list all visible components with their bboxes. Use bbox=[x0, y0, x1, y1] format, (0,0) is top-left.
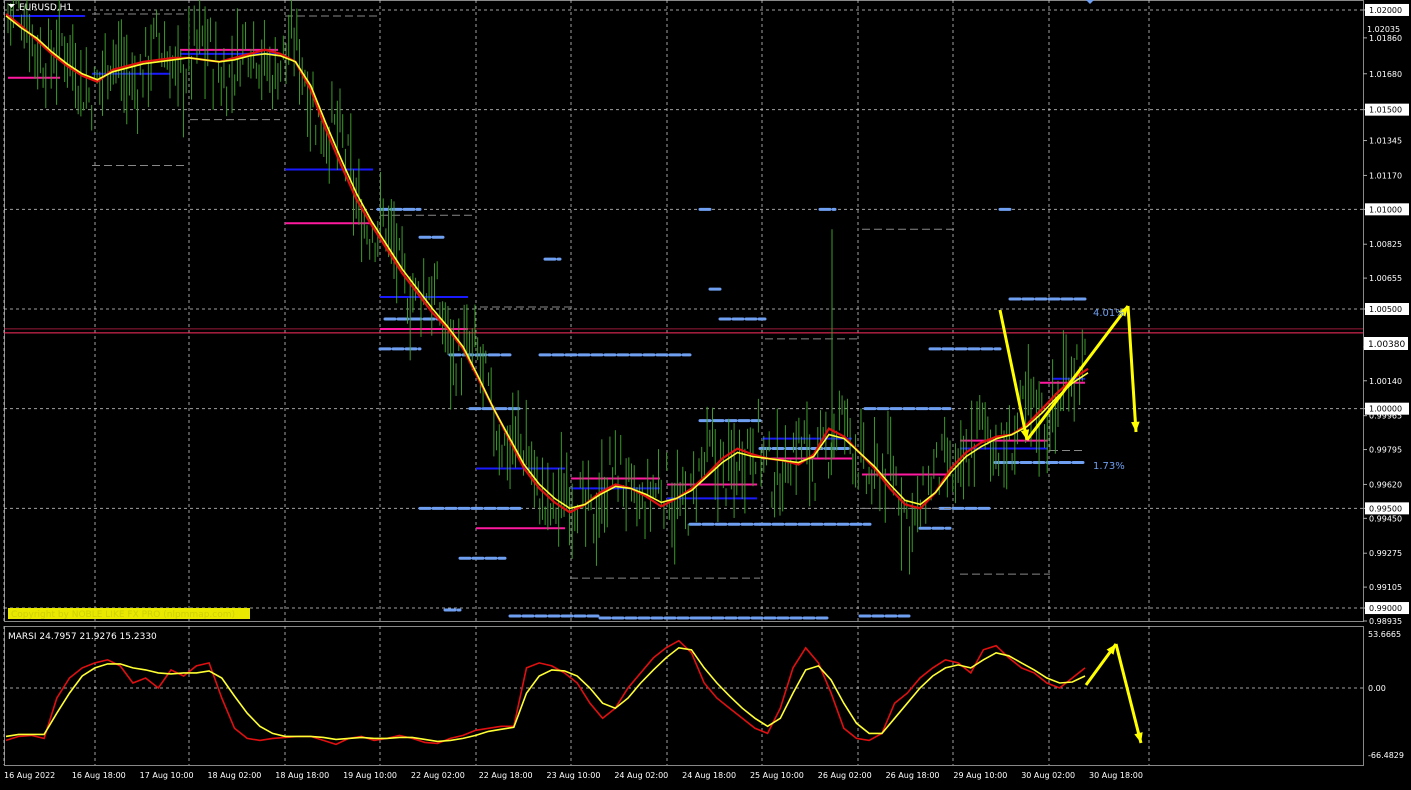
price-tick-label-1: 1.01860 bbox=[1369, 34, 1402, 43]
time-tick-label-7: 22 Aug 18:00 bbox=[479, 771, 533, 780]
price-tick-label-15: 0.99620 bbox=[1369, 480, 1402, 489]
price-tick-label-5: 1.01170 bbox=[1369, 171, 1402, 180]
time-tick-label-11: 25 Aug 10:00 bbox=[750, 771, 804, 780]
time-tick-label-2: 17 Aug 10:00 bbox=[140, 771, 194, 780]
price-tick-label-14: 0.99795 bbox=[1369, 446, 1402, 455]
osc-tick-label-1: 0.00 bbox=[1368, 684, 1386, 693]
time-tick-label-1: 16 Aug 18:00 bbox=[72, 771, 126, 780]
time-tick-label-0: 16 Aug 2022 bbox=[4, 771, 55, 780]
price-tick-label-3: 1.01500 bbox=[1369, 106, 1402, 115]
symbol-title: EURUSD,H1 bbox=[19, 3, 72, 13]
price-tick-label-0: 1.02000 bbox=[1369, 6, 1402, 15]
time-tick-label-10: 24 Aug 18:00 bbox=[682, 771, 736, 780]
time-tick-label-16: 30 Aug 18:00 bbox=[1089, 771, 1143, 780]
price-tick-label-18: 0.99275 bbox=[1369, 549, 1402, 558]
price-tick-label-20: 0.99000 bbox=[1369, 604, 1402, 613]
time-tick-label-5: 19 Aug 10:00 bbox=[343, 771, 397, 780]
indicator-title: MARSI 24.7957 21.9276 15.2330 bbox=[8, 632, 157, 642]
time-tick-label-12: 26 Aug 02:00 bbox=[818, 771, 872, 780]
time-tick-label-15: 30 Aug 02:00 bbox=[1021, 771, 1075, 780]
trading-chart[interactable]: 1.02000 1.01860 1.01680 1.01500 1.01345 1.011… bbox=[0, 0, 1411, 786]
time-tick-label-4: 18 Aug 18:00 bbox=[275, 771, 329, 780]
price-tick-label-17: 0.99450 bbox=[1369, 514, 1402, 523]
time-axis[interactable]: 16 Aug 2022 16 Aug 18:00 17 Aug 10:00 18 Au… bbox=[4, 771, 1143, 780]
time-tick-label-14: 29 Aug 10:00 bbox=[953, 771, 1007, 780]
fib-lower-label: 1.73% bbox=[1093, 461, 1125, 472]
osc-tick-label-0: 53.6665 bbox=[1368, 630, 1401, 639]
price-tick-label-19: 0.99105 bbox=[1369, 583, 1402, 592]
time-tick-label-8: 23 Aug 10:00 bbox=[547, 771, 601, 780]
price-tick-label-8: 1.00655 bbox=[1369, 274, 1402, 283]
price-tick-label-4: 1.01345 bbox=[1369, 137, 1402, 146]
chart-canvas[interactable]: 1.02000 1.01860 1.01680 1.01500 1.01345 1.011… bbox=[0, 0, 1411, 786]
copyright-text: Copyright by NOBLE LIKE FX PRO (nlpmmap.… bbox=[11, 610, 235, 620]
time-tick-label-6: 22 Aug 02:00 bbox=[411, 771, 465, 780]
fib-upper-label: 4.01% bbox=[1093, 308, 1125, 319]
time-tick-label-13: 26 Aug 18:00 bbox=[886, 771, 940, 780]
current-price-value: 1.00380 bbox=[1368, 340, 1405, 350]
price-tick-label-6: 1.01000 bbox=[1369, 205, 1402, 214]
price-tick-label-13: 0.99965 bbox=[1369, 412, 1402, 421]
price-tick-label-9: 1.00500 bbox=[1369, 305, 1402, 314]
price-tick-label-21: 0.98935 bbox=[1369, 617, 1402, 626]
price-tick-label-11: 1.00140 bbox=[1369, 377, 1402, 386]
price-tick-label-16: 0.99500 bbox=[1369, 504, 1402, 513]
top-price-label: 1.02035 bbox=[1367, 25, 1400, 34]
osc-tick-label-2: -66.4829 bbox=[1368, 751, 1404, 760]
time-tick-label-3: 18 Aug 02:00 bbox=[207, 771, 261, 780]
time-tick-label-9: 24 Aug 02:00 bbox=[614, 771, 668, 780]
price-tick-label-7: 1.00825 bbox=[1369, 240, 1402, 249]
price-tick-label-2: 1.01680 bbox=[1369, 70, 1402, 79]
